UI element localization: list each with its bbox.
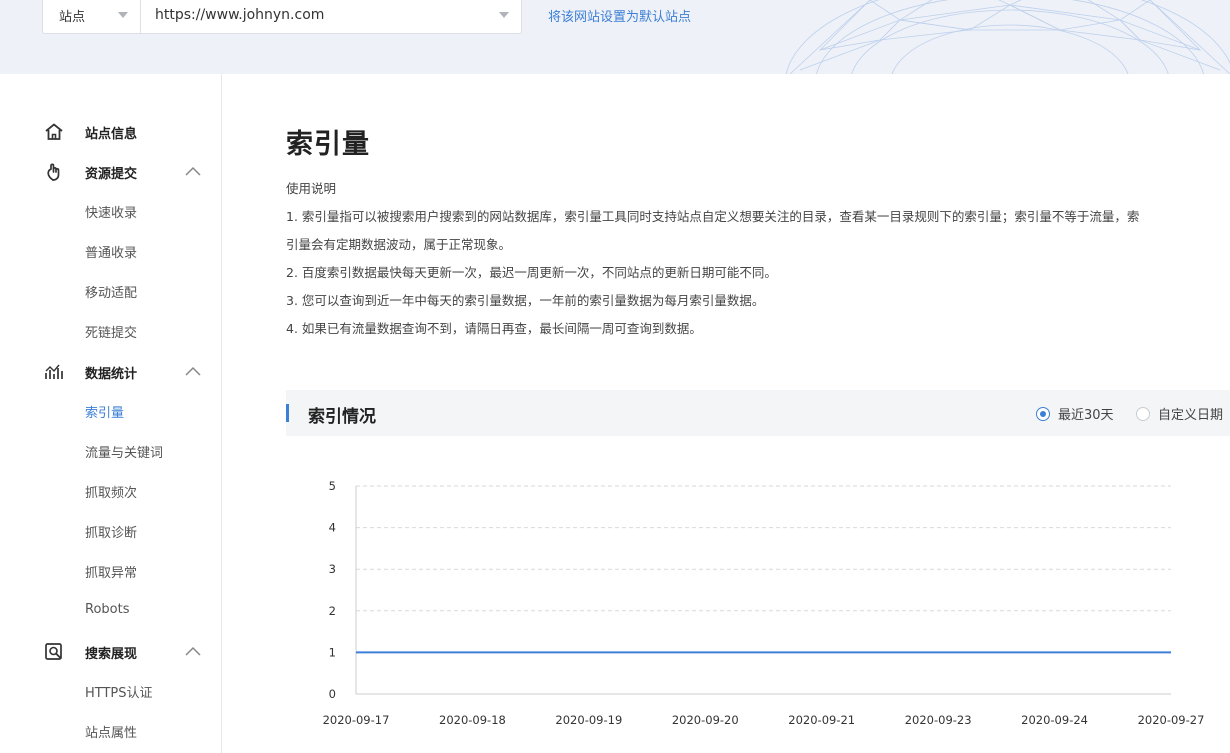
sidebar-item-mobile-adapt[interactable]: 移动适配 xyxy=(85,282,137,301)
usage-line: 1. 索引量指可以被搜索用户搜索到的网站数据库，索引量工具同时支持站点自定义想要… xyxy=(286,209,1140,224)
sidebar-item-traffic-keywords[interactable]: 流量与关键词 xyxy=(85,442,163,461)
main-content: 索引量 使用说明 1. 索引量指可以被搜索用户搜索到的网站数据库，索引量工具同时… xyxy=(286,74,1230,753)
usage-line: 2. 百度索引数据最快每天更新一次，最迟一周更新一次，不同站点的更新日期可能不同… xyxy=(286,265,777,280)
usage-line: 4. 如果已有流量数据查询不到，请隔日再查，最长间隔一周可查询到数据。 xyxy=(286,321,702,336)
sidebar-item-index-volume[interactable]: 索引量 xyxy=(85,402,124,421)
radio-label: 自定义日期 xyxy=(1158,408,1224,423)
header-bar: 站点 https://www.johnyn.com 将该网站设置为默认站点 xyxy=(0,0,1230,74)
chevron-up-icon xyxy=(185,366,201,376)
y-tick-label: 5 xyxy=(329,479,336,493)
y-tick-label: 2 xyxy=(329,604,336,618)
home-icon xyxy=(45,123,63,140)
x-tick-label: 2020-09-27 xyxy=(1138,713,1205,727)
radio-dot-icon xyxy=(1136,406,1150,421)
x-tick-label: 2020-09-18 xyxy=(439,713,506,727)
y-tick-label: 3 xyxy=(329,562,336,576)
globe-decoration xyxy=(785,0,1230,74)
section-marker xyxy=(286,404,289,422)
section-title: 索引情况 xyxy=(308,407,376,427)
y-tick-label: 0 xyxy=(329,687,336,701)
x-tick-label: 2020-09-23 xyxy=(905,713,972,727)
x-tick-label: 2020-09-24 xyxy=(1021,713,1088,727)
sidebar-item-site-attributes[interactable]: 站点属性 xyxy=(85,722,137,741)
sidebar: 站点信息 资源提交 快速收录 普通收录 移动适配 死链提交 数据统计 索引量 流… xyxy=(0,74,222,753)
x-tick-label: 2020-09-19 xyxy=(555,713,622,727)
page-title: 索引量 xyxy=(286,129,370,160)
sidebar-group-data-stats[interactable]: 数据统计 xyxy=(0,358,222,386)
sidebar-item-crawl-errors[interactable]: 抓取异常 xyxy=(85,562,137,581)
site-url-dropdown[interactable]: https://www.johnyn.com xyxy=(141,0,521,33)
sidebar-group-resource-submit[interactable]: 资源提交 xyxy=(0,158,222,186)
site-selector: 站点 https://www.johnyn.com xyxy=(42,0,522,34)
chevron-up-icon xyxy=(185,166,201,176)
sidebar-group-site-info[interactable]: 站点信息 xyxy=(0,118,222,146)
sidebar-group-label: 数据统计 xyxy=(85,367,138,382)
x-tick-label: 2020-09-20 xyxy=(672,713,739,727)
usage-title: 使用说明 xyxy=(286,181,337,196)
radio-last-30-days[interactable]: 最近30天 xyxy=(1036,404,1114,423)
sidebar-item-https-cert[interactable]: HTTPS认证 xyxy=(85,682,153,701)
sidebar-item-normal-index[interactable]: 普通收录 xyxy=(85,242,137,261)
radio-dot-icon xyxy=(1036,406,1050,421)
sidebar-group-label: 资源提交 xyxy=(85,167,138,182)
y-tick-label: 4 xyxy=(329,521,336,535)
usage-line: 引量会有定期数据波动，属于正常现象。 xyxy=(286,237,512,252)
sidebar-item-dead-link[interactable]: 死链提交 xyxy=(85,322,137,341)
x-tick-label: 2020-09-21 xyxy=(788,713,855,727)
site-type-label: 站点 xyxy=(59,9,86,25)
chevron-down-icon xyxy=(499,12,509,18)
y-tick-label: 1 xyxy=(329,645,336,659)
radio-label: 最近30天 xyxy=(1058,408,1114,423)
radio-custom-date[interactable]: 自定义日期 xyxy=(1136,404,1223,423)
index-section-header: 索引情况 最近30天 自定义日期 xyxy=(286,390,1230,436)
x-tick-label: 2020-09-17 xyxy=(323,713,390,727)
sidebar-item-fast-index[interactable]: 快速收录 xyxy=(85,202,137,221)
sidebar-item-crawl-diagnosis[interactable]: 抓取诊断 xyxy=(85,522,137,541)
stats-icon xyxy=(45,364,63,379)
sidebar-item-robots[interactable]: Robots xyxy=(85,602,129,617)
chevron-up-icon xyxy=(185,646,201,656)
site-type-dropdown[interactable]: 站点 xyxy=(43,0,141,33)
app-root: 站点 https://www.johnyn.com 将该网站设置为默认站点 站点… xyxy=(0,0,1230,753)
sidebar-group-search-display[interactable]: 搜索展现 xyxy=(0,638,222,666)
chevron-down-icon xyxy=(118,12,128,18)
site-url-value: https://www.johnyn.com xyxy=(155,7,325,23)
sidebar-group-label: 站点信息 xyxy=(85,127,138,142)
search-display-icon xyxy=(45,643,62,660)
submit-icon xyxy=(47,163,60,181)
sidebar-group-label: 搜索展现 xyxy=(85,647,138,662)
index-volume-chart: 0 1 2 3 4 5 2020-09-17 2020-09-18 2020-09-19 2020… xyxy=(323,479,1205,727)
usage-line: 3. 您可以查询到近一年中每天的索引量数据，一年前的索引量数据为每月索引量数据。 xyxy=(286,293,765,308)
sidebar-item-crawl-frequency[interactable]: 抓取频次 xyxy=(85,482,137,501)
set-default-site-link[interactable]: 将该网站设置为默认站点 xyxy=(548,6,691,25)
